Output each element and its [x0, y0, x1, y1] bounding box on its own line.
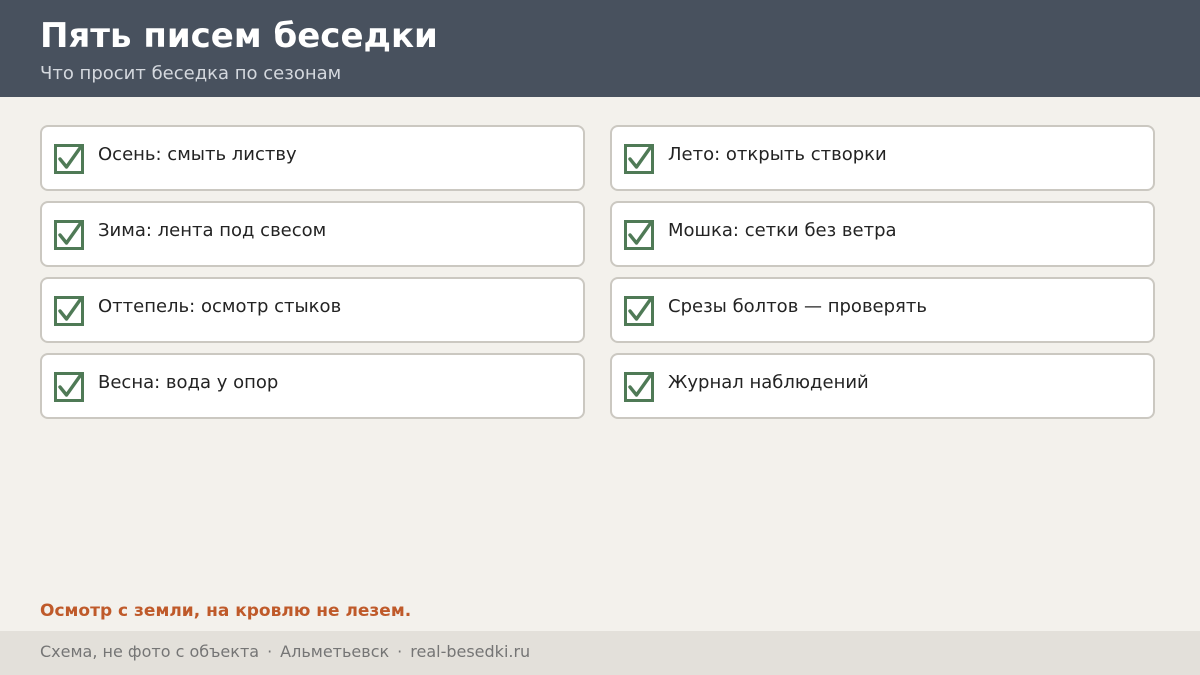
footer-separator: · [397, 642, 403, 661]
footer-caption: Схема, не фото с объекта [40, 642, 260, 661]
checklist-item[interactable]: Лето: открыть створки [610, 125, 1155, 191]
checklist-item-label: Мошка: сетки без ветра [668, 220, 897, 241]
checklist-item-label: Оттепель: осмотр стыков [98, 296, 342, 317]
checkbox-checked-icon[interactable] [624, 144, 654, 174]
footer-site-link[interactable]: real-besedki.ru [410, 642, 530, 661]
checklist-item-label: Зима: лента под свесом [98, 220, 327, 241]
checklist-item-label: Осень: смыть листву [98, 144, 297, 165]
checklist-item-label: Лето: открыть створки [668, 144, 887, 165]
checkbox-checked-icon[interactable] [54, 372, 84, 402]
checkbox-checked-icon[interactable] [624, 220, 654, 250]
checklist-item[interactable]: Зима: лента под свесом [40, 201, 585, 267]
page-title: Пять писем беседки [40, 16, 438, 56]
checklist-item-label: Срезы болтов — проверять [668, 296, 927, 317]
footer: Схема, не фото с объекта · Альметьевск · rea… [0, 631, 1200, 675]
page: Пять писем беседки Что просит беседка по… [0, 0, 1200, 675]
checklist-item[interactable]: Срезы болтов — проверять [610, 277, 1155, 343]
footer-separator: · [267, 642, 273, 661]
safety-note: Осмотр с земли, на кровлю не лезем. [40, 601, 412, 621]
checklist-item-label: Весна: вода у опор [98, 372, 279, 393]
checkbox-checked-icon[interactable] [624, 372, 654, 402]
footer-city: Альметьевск [280, 642, 390, 661]
page-subtitle: Что просит беседка по сезонам [40, 63, 342, 84]
checkbox-checked-icon[interactable] [54, 296, 84, 326]
checkbox-checked-icon[interactable] [624, 296, 654, 326]
checklist-item-label: Журнал наблюдений [668, 372, 869, 393]
checkbox-checked-icon[interactable] [54, 220, 84, 250]
header: Пять писем беседки Что просит беседка по… [0, 0, 1200, 97]
checklist-item[interactable]: Весна: вода у опор [40, 353, 585, 419]
checklist-item[interactable]: Журнал наблюдений [610, 353, 1155, 419]
checklist-item[interactable]: Осень: смыть листву [40, 125, 585, 191]
checkbox-checked-icon[interactable] [54, 144, 84, 174]
checklist-item[interactable]: Оттепель: осмотр стыков [40, 277, 585, 343]
footer-line: Схема, не фото с объекта · Альметьевск · rea… [40, 641, 530, 663]
checklist-item[interactable]: Мошка: сетки без ветра [610, 201, 1155, 267]
